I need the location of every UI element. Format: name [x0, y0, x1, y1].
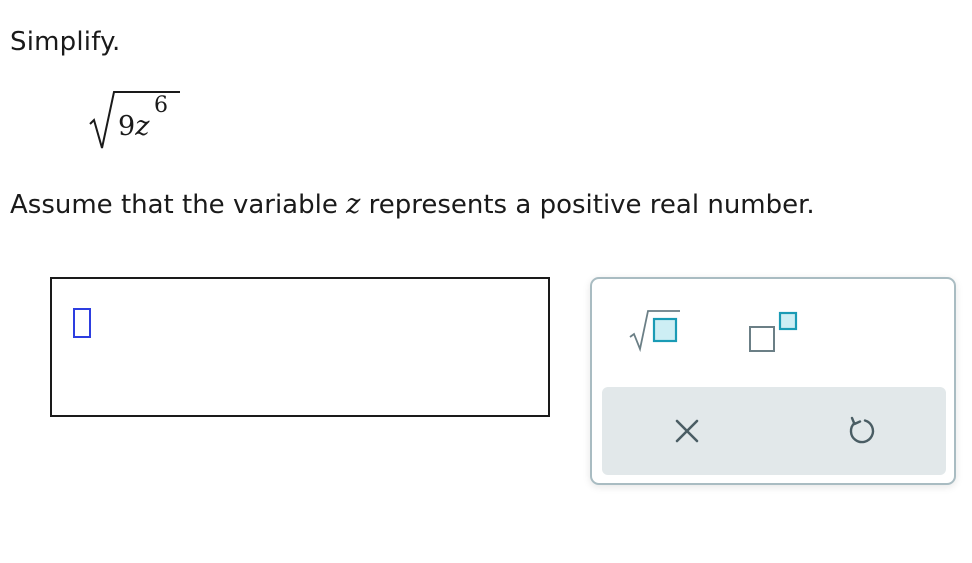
square-root-button[interactable] — [626, 303, 686, 359]
instruction-text: Simplify. — [10, 27, 121, 57]
radicand-variable: z — [135, 111, 150, 142]
math-palette — [590, 277, 956, 485]
radicand-exponent: 6 — [154, 93, 168, 118]
exponent-button[interactable] — [744, 303, 804, 359]
assumption-before: Assume that the variable — [10, 190, 347, 220]
clear-x-icon — [675, 419, 699, 443]
clear-button[interactable] — [664, 407, 712, 455]
assumption-variable: z — [346, 189, 361, 220]
square-root-icon — [629, 310, 680, 353]
radical-expression: 9z 6 — [88, 86, 188, 152]
assumption-after: represents a positive real number. — [360, 190, 815, 220]
undo-icon — [849, 416, 875, 444]
radicand-coefficient: 9 — [118, 111, 136, 142]
action-bar — [602, 387, 946, 475]
exponent-icon — [749, 311, 798, 352]
radicand: 9z — [118, 112, 149, 142]
assumption-text: Assume that the variable z represents a … — [10, 188, 815, 222]
answer-placeholder-slot[interactable] — [73, 308, 91, 338]
undo-button[interactable] — [838, 407, 886, 455]
answer-input[interactable] — [50, 277, 550, 417]
